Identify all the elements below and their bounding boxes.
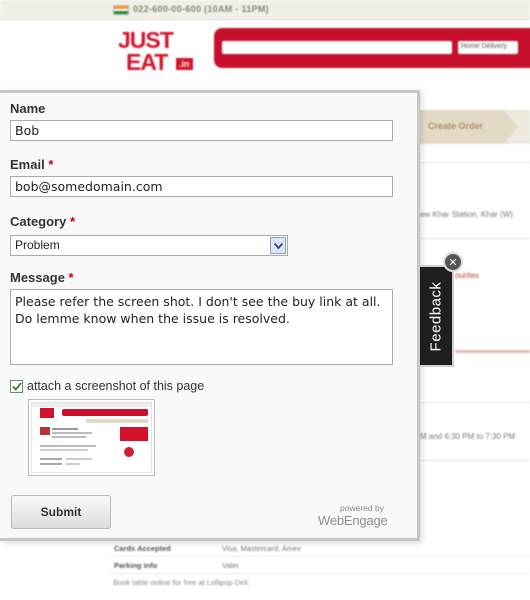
attach-screenshot-checkbox[interactable] (10, 380, 23, 393)
required-marker: * (68, 270, 74, 285)
red-rule (455, 350, 530, 353)
required-marker: * (69, 214, 76, 229)
feedback-form-panel: Name Bob Email * bob@somedomain.com Cate… (0, 90, 420, 541)
address-text: ew Khar Station, Khar (W) (420, 210, 513, 219)
opening-hours: M and 6:30 PM to 7:30 PM (420, 432, 516, 441)
divider (420, 162, 530, 163)
footer-text: Book table online for free at Lollipop D… (113, 578, 250, 587)
message-textarea[interactable]: Please refer the screen shot. I don't se… (10, 289, 393, 365)
submit-button[interactable]: Submit (11, 495, 111, 529)
check-icon (11, 382, 22, 391)
close-icon[interactable]: ✕ (443, 252, 463, 272)
name-input[interactable]: Bob (10, 120, 393, 141)
feedback-tab[interactable]: Feedback (420, 265, 454, 367)
feedback-tab-label: Feedback (427, 281, 445, 351)
message-label: Message * (10, 270, 74, 285)
favourites-link[interactable]: ourites (455, 271, 479, 280)
email-input[interactable]: bob@somedomain.com (10, 176, 393, 197)
powered-by-label: powered by (340, 503, 384, 513)
category-value: Problem (15, 238, 60, 252)
table-row: Parking info Valet (108, 557, 530, 574)
create-order-step[interactable]: Create Order (428, 121, 483, 131)
india-flag-icon (113, 5, 129, 15)
divider (420, 460, 530, 461)
divider (420, 402, 530, 403)
attach-screenshot-label[interactable]: attach a screenshot of this page (27, 379, 204, 393)
name-label: Name (10, 101, 46, 116)
table-row: Cards Accepted Visa, Mastercard, Amex (108, 540, 530, 557)
email-label: Email * (10, 157, 54, 172)
top-bar: 022-600-00-600 (10AM - 11PM) (0, 0, 530, 20)
webengage-logo[interactable]: WebEngage (318, 513, 388, 528)
search-band: Home Delivery (214, 28, 530, 68)
info-table: Cards Accepted Visa, Mastercard, Amex Pa… (108, 540, 530, 574)
site-search-input[interactable] (222, 41, 452, 54)
divider (420, 238, 530, 239)
category-select[interactable]: Problem (10, 235, 288, 256)
screenshot-thumbnail (28, 399, 155, 476)
delivery-type-select[interactable]: Home Delivery (458, 41, 518, 54)
required-marker: * (48, 157, 54, 172)
chevron-down-icon[interactable] (270, 237, 286, 254)
category-label: Category * (10, 214, 76, 229)
phone-number: 022-600-00-600 (10AM - 11PM) (133, 4, 269, 14)
just-eat-logo[interactable]: JUST EAT .in (118, 28, 200, 74)
